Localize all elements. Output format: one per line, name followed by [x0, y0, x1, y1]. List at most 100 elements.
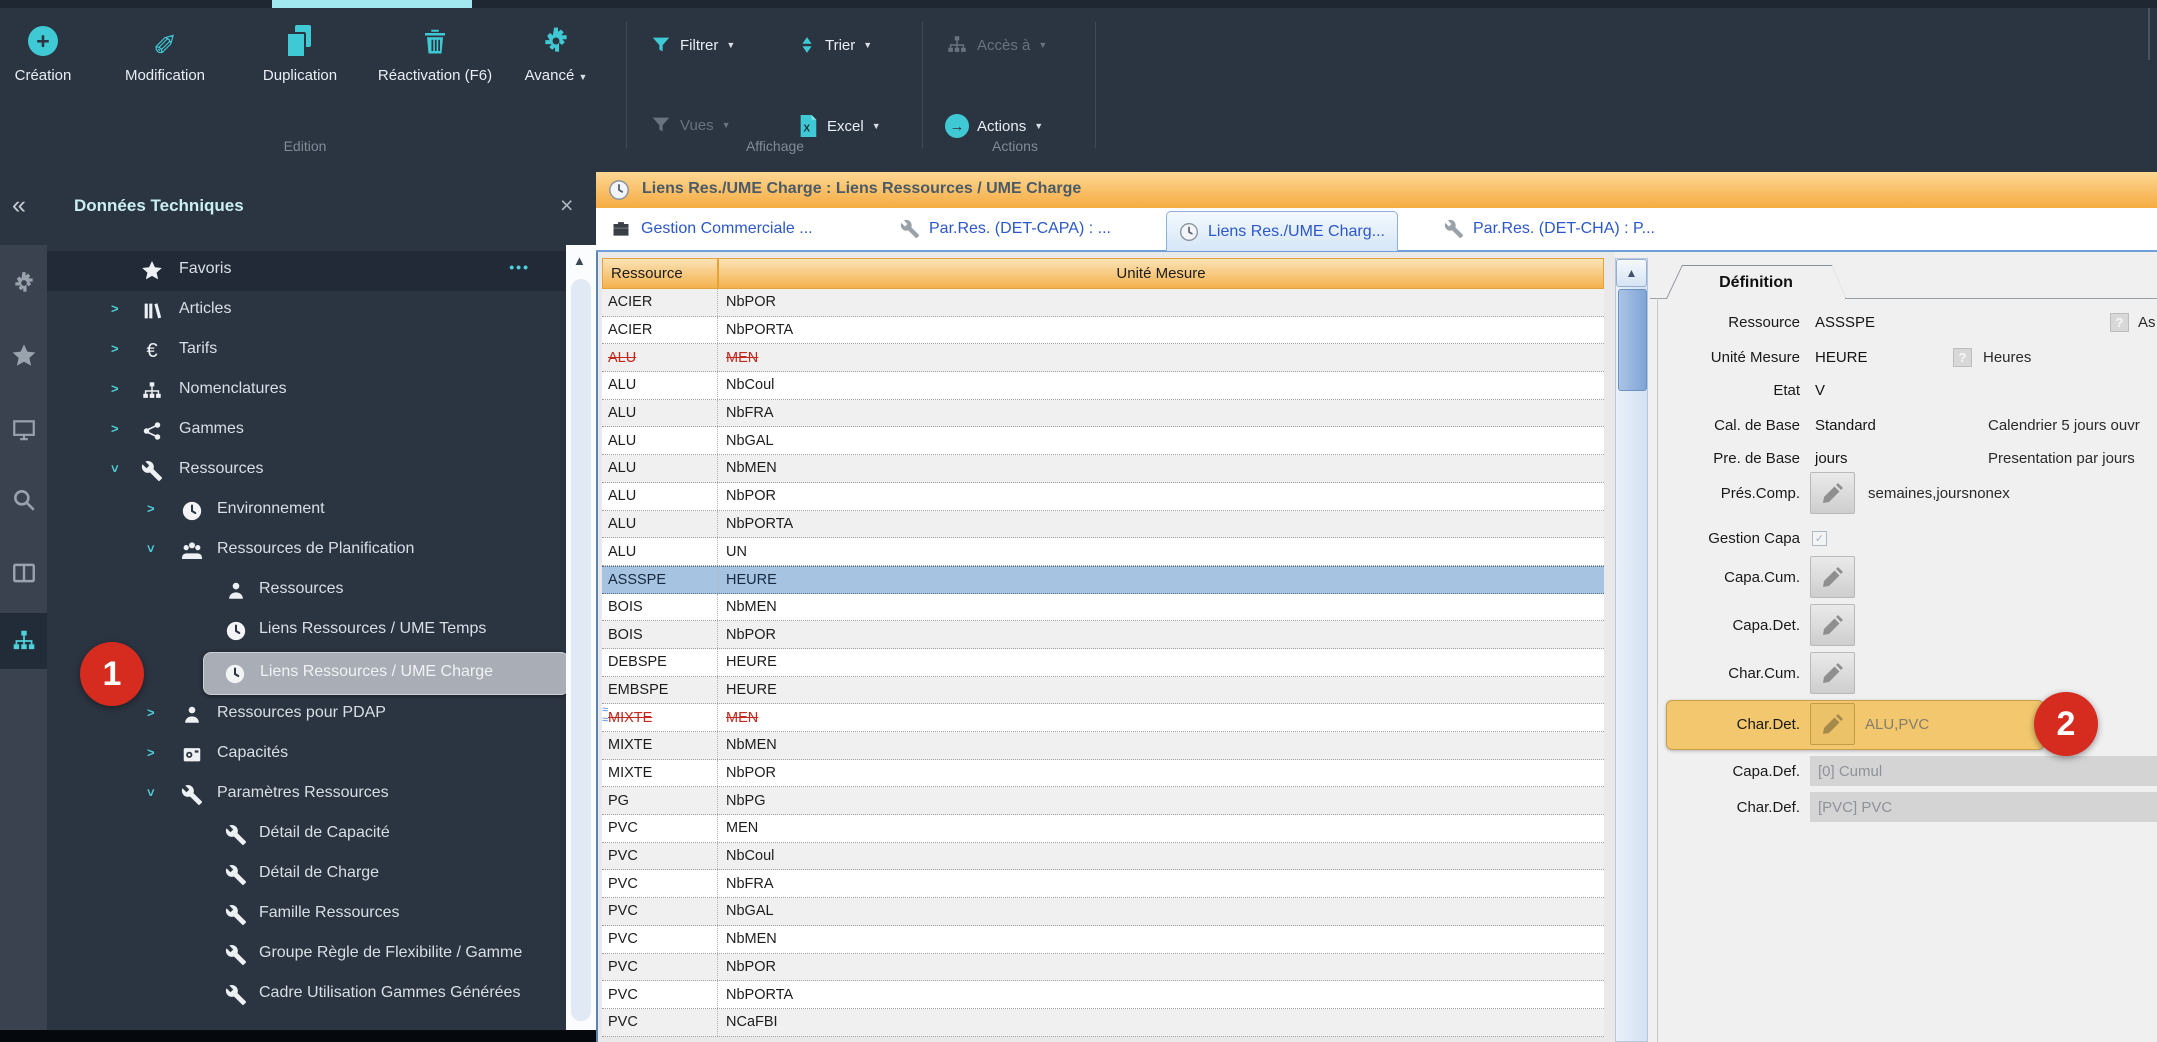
cell-ressource[interactable]: MIXTE — [602, 704, 718, 731]
scroll-up-icon[interactable]: ▲ — [1616, 259, 1647, 287]
cell-ressource[interactable]: BOIS — [602, 594, 718, 621]
gear-icon[interactable] — [0, 263, 47, 303]
hand-edit-icon[interactable] — [1810, 472, 1855, 514]
sidebar-item[interactable]: >Ressources — [47, 451, 566, 491]
chevron-collapsed-icon[interactable]: > — [147, 745, 155, 760]
collapse-sidebar-icon[interactable]: « — [12, 191, 26, 220]
cell-ressource[interactable]: PVC — [602, 1009, 718, 1036]
cell-unite-mesure[interactable]: NbCoul — [718, 377, 774, 393]
checkbox-checked[interactable]: ✓ — [1812, 531, 1827, 546]
cell-unite-mesure[interactable]: NbGAL — [718, 903, 774, 919]
sidebar-scrollbar-track[interactable] — [571, 279, 591, 1021]
table-row[interactable]: PVCNbPORTA — [602, 981, 1604, 1009]
cell-unite-mesure[interactable]: MEN — [718, 350, 758, 366]
cell-unite-mesure[interactable]: NbMEN — [718, 460, 777, 476]
cell-ressource[interactable]: ALU — [602, 400, 718, 427]
table-row[interactable]: ALUMEN — [602, 344, 1604, 372]
table-row[interactable]: MIXTENbPOR — [602, 760, 1604, 788]
chevron-collapsed-icon[interactable]: > — [111, 341, 119, 356]
table-row[interactable]: DEBSPEHEURE — [602, 649, 1604, 677]
cell-unite-mesure[interactable]: NbFRA — [718, 876, 774, 892]
table-row[interactable]: ALUNbFRA — [602, 400, 1604, 428]
cell-ressource[interactable]: PVC — [602, 815, 718, 842]
creation-button[interactable]: + Création — [0, 22, 86, 86]
cell-unite-mesure[interactable]: NbPOR — [718, 627, 776, 643]
sidebar-item[interactable]: Favoris••• — [47, 251, 566, 291]
cell-ressource[interactable]: MIXTE — [602, 732, 718, 759]
cell-unite-mesure[interactable]: NbPORTA — [718, 987, 793, 1003]
sidebar-item[interactable]: >Environnement — [47, 491, 566, 531]
chevron-expanded-icon[interactable]: > — [143, 545, 158, 553]
actions-button[interactable]: → Actions ▼ — [945, 114, 1043, 138]
chevron-expanded-icon[interactable]: > — [107, 465, 122, 473]
table-row[interactable]: ≈ ≈MIXTEMEN — [602, 704, 1604, 732]
help-icon[interactable]: ? — [2110, 313, 2129, 332]
cell-unite-mesure[interactable]: NCaFBI — [718, 1014, 778, 1030]
cell-ressource[interactable]: MIXTE — [602, 760, 718, 787]
hand-edit-icon[interactable] — [1810, 703, 1855, 745]
sidebar-item[interactable]: >€Tarifs — [47, 331, 566, 371]
cell-ressource[interactable]: PG — [602, 787, 718, 814]
cell-ressource[interactable]: PVC — [602, 981, 718, 1008]
cell-unite-mesure[interactable]: NbCoul — [718, 848, 774, 864]
table-row[interactable]: ASSSPEHEURE — [602, 566, 1604, 594]
cell-unite-mesure[interactable]: NbMEN — [718, 931, 777, 947]
table-row[interactable]: PGNbPG — [602, 787, 1604, 815]
field-value[interactable]: Standard — [1815, 417, 1876, 434]
field-value[interactable]: jours — [1815, 450, 1848, 467]
chevron-collapsed-icon[interactable]: > — [111, 301, 119, 316]
sidebar-item[interactable]: >Capacités — [47, 735, 566, 775]
sidebar-item[interactable]: Cadre Utilisation Gammes Générées — [47, 975, 566, 1015]
field-value[interactable]: ALU,PVC — [1865, 716, 1929, 733]
selected-item-highlight[interactable]: Liens Ressources / UME Charge — [203, 652, 569, 695]
table-row[interactable]: PVCNbPOR — [602, 954, 1604, 982]
cell-unite-mesure[interactable]: NbMEN — [718, 599, 777, 615]
table-row[interactable]: BOISNbMEN — [602, 594, 1604, 622]
table-scrollbar-thumb[interactable] — [1618, 289, 1647, 391]
table-row[interactable]: ALUNbCoul — [602, 372, 1604, 400]
sidebar-item[interactable]: >Articles — [47, 291, 566, 331]
cell-unite-mesure[interactable]: NbGAL — [718, 433, 774, 449]
cell-unite-mesure[interactable]: NbPORTA — [718, 322, 793, 338]
cell-ressource[interactable]: PVC — [602, 926, 718, 953]
cell-ressource[interactable]: EMBSPE — [602, 677, 718, 704]
cell-ressource[interactable]: ACIER — [602, 317, 718, 344]
more-options-icon[interactable]: ••• — [509, 259, 530, 275]
tab-definition[interactable]: Définition — [1666, 265, 1846, 299]
chevron-collapsed-icon[interactable]: > — [147, 705, 155, 720]
hierarchy-icon[interactable] — [0, 613, 47, 669]
cell-unite-mesure[interactable]: NbPOR — [718, 765, 776, 781]
table-row[interactable]: BOISNbPOR — [602, 621, 1604, 649]
cell-unite-mesure[interactable]: MEN — [718, 710, 758, 726]
hand-edit-icon[interactable] — [1810, 604, 1855, 646]
sidebar-item[interactable]: >Ressources de Planification — [47, 531, 566, 571]
cell-unite-mesure[interactable]: MEN — [718, 820, 758, 836]
table-row[interactable]: PVCMEN — [602, 815, 1604, 843]
cell-unite-mesure[interactable]: NbMEN — [718, 737, 777, 753]
table-row[interactable]: ALUNbPOR — [602, 483, 1604, 511]
sidebar-item[interactable]: Groupe Règle de Flexibilite / Gamme — [47, 935, 566, 975]
cell-unite-mesure[interactable]: NbPORTA — [718, 516, 793, 532]
sidebar-item[interactable]: Famille Ressources — [47, 895, 566, 935]
table-row[interactable]: PVCNbCoul — [602, 843, 1604, 871]
cell-ressource[interactable]: ALU — [602, 372, 718, 399]
table-row[interactable]: ALUNbPORTA — [602, 511, 1604, 539]
chevron-collapsed-icon[interactable]: > — [147, 501, 155, 516]
trier-button[interactable]: Trier ▼ — [797, 34, 872, 56]
modification-button[interactable]: ✎ Modification — [108, 22, 222, 86]
reactivation-button[interactable]: Réactivation (F6) — [372, 22, 498, 86]
table-row[interactable]: ALUNbGAL — [602, 427, 1604, 455]
cell-ressource[interactable]: ALU — [602, 483, 718, 510]
cell-ressource[interactable]: ALU — [602, 538, 718, 565]
cell-ressource[interactable]: PVC — [602, 954, 718, 981]
tab-gestion-commerciale[interactable]: Gestion Commerciale ... — [598, 208, 825, 250]
sidebar-item[interactable]: Détail de Charge — [47, 855, 566, 895]
cell-unite-mesure[interactable]: NbPOR — [718, 959, 776, 975]
sidebar-item[interactable]: >Gammes — [47, 411, 566, 451]
table-row[interactable]: ALUNbMEN — [602, 455, 1604, 483]
cell-unite-mesure[interactable]: NbPG — [718, 793, 766, 809]
hand-edit-icon[interactable] — [1810, 556, 1855, 598]
table-row[interactable]: ACIERNbPOR — [602, 289, 1604, 317]
cell-ressource[interactable]: BOIS — [602, 621, 718, 648]
table-row[interactable]: PVCNbMEN — [602, 926, 1604, 954]
